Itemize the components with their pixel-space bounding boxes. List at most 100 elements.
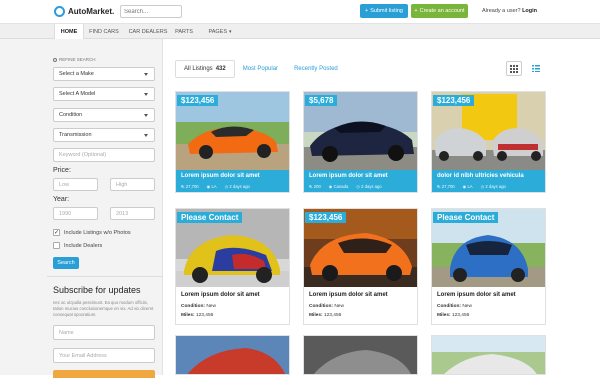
card-city: ◉ LA [207, 184, 217, 190]
price-badge: $5,678 [305, 95, 338, 106]
car-photo[interactable] [304, 336, 417, 375]
card-time: ◷ 2 days ago [225, 184, 250, 190]
make-select-value: Select a Make [59, 71, 94, 77]
car-photo[interactable]: $123,456 [176, 92, 289, 170]
login-link[interactable]: Login [522, 8, 537, 14]
nav-parts[interactable]: PARTS [173, 24, 195, 39]
car-photo[interactable]: $123,456 [432, 92, 545, 170]
card-miles-value: 200 [313, 184, 321, 189]
miles-value: 123,456 [195, 313, 214, 318]
caret-down-icon [144, 93, 148, 96]
listing-card[interactable]: $5,678 Lorem ipsum dolor sit amet ⛐ 200 … [303, 91, 418, 193]
card-title[interactable]: Lorem ipsum dolor sit amet [309, 292, 388, 298]
listing-card[interactable]: $123,456 Lorem ipsum dolor sit amet Cond… [303, 208, 418, 325]
listing-card[interactable] [303, 335, 418, 375]
photos-checkbox-row[interactable]: ✓ Include Listings w/o Photos [53, 229, 131, 236]
tab-recently-posted[interactable]: Recently Posted [286, 60, 346, 78]
car-photo[interactable]: Please Contact [432, 209, 545, 287]
card-city-value: LA [467, 184, 473, 189]
tab-most-popular[interactable]: Most Popular [235, 60, 286, 78]
card-caption: Lorem ipsum dolor sit amet ⛐ 27,700 ◉ LA… [176, 170, 289, 192]
nav-pages[interactable]: PAGES ▾ [205, 24, 235, 39]
subscribe-button[interactable] [53, 370, 155, 378]
make-select[interactable]: Select a Make [53, 67, 155, 81]
listing-card[interactable]: $123,456 Lorem ipsum dolor sit amet ⛐ 27… [175, 91, 290, 193]
nav-home[interactable]: HOME [54, 24, 84, 39]
caret-down-icon [144, 134, 148, 137]
listing-card[interactable] [175, 335, 290, 375]
logo[interactable]: AutoMarket. [54, 6, 114, 17]
miles-label: Miles: [309, 313, 323, 318]
listing-card[interactable]: Please Contact Lorem ipsum dolor sit ame… [431, 208, 546, 325]
road-icon: ⛐ [181, 184, 185, 189]
card-time-value: 2 days ago [229, 184, 250, 189]
transmission-select-value: Transmission [59, 132, 92, 138]
car-photo[interactable] [432, 336, 545, 375]
card-title[interactable]: dolor id nibh ultricies vehicula [437, 173, 524, 179]
transmission-select[interactable]: Transmission [53, 128, 155, 142]
card-city: ◉ LA [463, 184, 473, 190]
model-select[interactable]: Select A Model [53, 87, 155, 101]
card-condition: Condition: New [181, 304, 216, 309]
email-input[interactable]: Your Email Address [53, 348, 155, 363]
card-title[interactable]: Lorem ipsum dolor sit amet [181, 173, 260, 179]
grid-view-button[interactable] [506, 61, 522, 76]
card-meta: ⛐ 27,700 ◉ LA ◷ 2 days ago [437, 184, 506, 190]
price-high-input[interactable]: High [110, 178, 155, 191]
card-miles-value: 27,700 [185, 184, 199, 189]
name-input[interactable]: Name [53, 325, 155, 340]
car-photo[interactable]: $5,678 [304, 92, 417, 170]
top-bar: AutoMarket. + Submit listing + Create an… [0, 0, 600, 24]
search-input[interactable] [120, 5, 182, 18]
submit-listing-button[interactable]: + Submit listing [360, 4, 408, 18]
nav-find-cars[interactable]: FIND CARS [86, 24, 122, 39]
card-caption: dolor id nibh ultricies vehicula ⛐ 27,70… [432, 170, 545, 192]
keyword-input[interactable]: Keyword (Optional) [53, 148, 155, 162]
price-badge: Please Contact [433, 212, 499, 223]
condition-select-value: Condition [59, 112, 83, 118]
price-badge: $123,456 [433, 95, 475, 106]
dealers-checkbox[interactable] [53, 242, 60, 249]
price-low-input[interactable]: Low [53, 178, 98, 191]
condition-select[interactable]: Condition [53, 108, 155, 122]
card-title[interactable]: Lorem ipsum dolor sit amet [309, 173, 388, 179]
subscribe-title: Subscribe for updates [53, 285, 141, 295]
card-caption: Lorem ipsum dolor sit amet Condition: Ne… [432, 287, 545, 324]
clock-icon: ◷ [356, 184, 360, 189]
listing-card[interactable]: $123,456 dolor id nibh ultricies vehicul… [431, 91, 546, 193]
tab-all-label: All Listings [184, 66, 213, 72]
sidebar-divider [47, 276, 163, 277]
price-label: Price: [53, 167, 71, 174]
search-button[interactable]: Search [53, 257, 79, 269]
list-view-button[interactable] [528, 61, 544, 76]
photos-checkbox[interactable]: ✓ [53, 229, 60, 236]
car-photo[interactable] [176, 336, 289, 375]
card-title[interactable]: Lorem ipsum dolor sit amet [181, 292, 260, 298]
search-icon [53, 57, 57, 62]
year-min-input[interactable]: 1990 [53, 207, 98, 220]
card-caption: Lorem ipsum dolor sit amet Condition: Ne… [176, 287, 289, 324]
logo-icon [54, 6, 65, 17]
card-caption: Lorem ipsum dolor sit amet ⛐ 200 ◉ Canad… [304, 170, 417, 192]
tab-all-listings[interactable]: All Listings 432 [175, 60, 235, 78]
submit-listing-label: Submit listing [370, 8, 403, 14]
card-meta: ⛐ 27,700 ◉ LA ◷ 2 days ago [181, 184, 250, 190]
main-nav: HOME FIND CARS CAR DEALERS PARTS PAGES ▾ [0, 24, 600, 39]
listing-card[interactable] [431, 335, 546, 375]
create-account-button[interactable]: + Create an account [411, 4, 468, 18]
dealers-checkbox-row[interactable]: Include Dealers [53, 242, 102, 249]
card-title[interactable]: Lorem ipsum dolor sit amet [437, 292, 516, 298]
year-max-input[interactable]: 2013 [110, 207, 155, 220]
listing-tabs: All Listings 432 Most Popular Recently P… [175, 60, 346, 78]
photos-checkbox-label: Include Listings w/o Photos [64, 229, 131, 236]
car-photo[interactable]: $123,456 [304, 209, 417, 287]
listing-card[interactable]: Please Contact Lorem ipsum dolor sit ame… [175, 208, 290, 325]
price-badge: $123,456 [305, 212, 347, 223]
nav-car-dealers[interactable]: CAR DEALERS [126, 24, 170, 39]
card-miles: ⛐ 200 [309, 184, 321, 190]
miles-value: 123,456 [451, 313, 470, 318]
car-photo[interactable]: Please Contact [176, 209, 289, 287]
condition-label: Condition: [309, 304, 333, 309]
card-time-value: 2 days ago [485, 184, 506, 189]
road-icon: ⛐ [437, 184, 441, 189]
